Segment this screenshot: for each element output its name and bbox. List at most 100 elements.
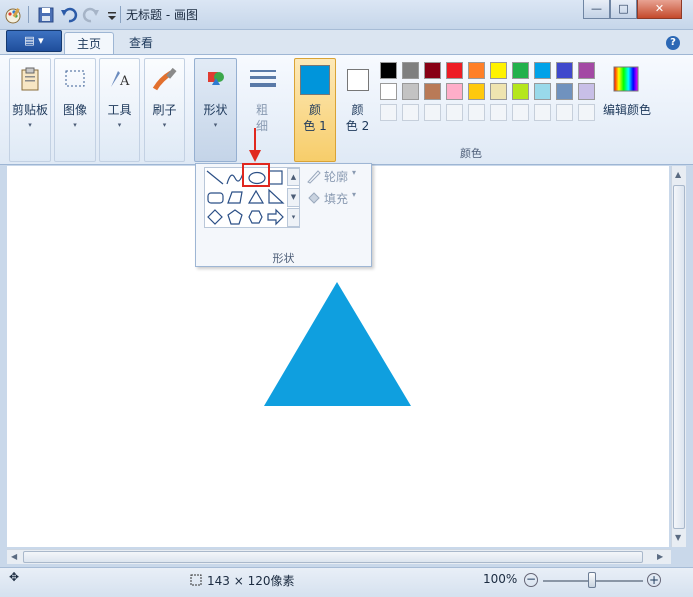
highlight-annotation-box [242,163,270,187]
shapes-button[interactable]: 形状 ▾ [194,58,237,162]
palette-custom-slot[interactable] [424,104,441,121]
palette-color-swatch[interactable] [490,62,507,79]
select-icon [65,70,85,87]
palette-custom-slot[interactable] [512,104,529,121]
palette-color-swatch[interactable] [424,62,441,79]
right-arrow-icon[interactable] [267,208,284,226]
title-separator [28,6,29,23]
palette-custom-slot[interactable] [490,104,507,121]
palette-custom-slot[interactable] [402,104,419,121]
palette-color-swatch[interactable] [380,83,397,100]
gallery-scroll-up-icon[interactable]: ▲ [287,168,300,186]
chevron-down-icon: ▾ [117,121,122,129]
outline-option[interactable]: 轮廓 [324,168,348,185]
shapes-icon [207,72,224,85]
rectangle-icon[interactable] [268,170,283,185]
palette-custom-slot[interactable] [446,104,463,121]
palette-color-swatch[interactable] [578,83,595,100]
color2-swatch [347,69,369,91]
blue-triangle-shape[interactable] [264,282,411,406]
tab-view[interactable]: 查看 [117,32,165,55]
gallery-expand-icon[interactable]: ▾ [287,208,300,227]
horizontal-scrollbar[interactable]: ◀ ▶ [7,549,671,564]
selection-size-icon [190,574,202,586]
color1-label: 颜 [308,103,321,117]
hexagon-icon[interactable] [248,210,263,224]
palette-custom-slot[interactable] [468,104,485,121]
scroll-down-icon[interactable]: ▼ [675,533,681,542]
app-menu-button[interactable]: ▤ ▾ [6,30,62,52]
edit-colors-label: 编辑颜色 [602,103,651,117]
palette-color-swatch[interactable] [512,83,529,100]
vertical-scrollbar[interactable]: ▲ ▼ [671,166,686,547]
brushes-button[interactable]: 刷子 ▾ [144,58,185,162]
zoom-out-button[interactable]: − [524,573,538,587]
fill-option[interactable]: 填充 [324,190,348,207]
save-icon[interactable] [37,6,55,24]
close-button[interactable]: ✕ [637,0,682,19]
tools-icon: A [110,71,130,89]
minimize-button[interactable]: — [583,0,610,19]
customize-toolbar-icon[interactable] [103,6,121,24]
zoom-in-button[interactable]: + [647,573,661,587]
palette-custom-slot[interactable] [534,104,551,121]
shapes-label: 形状 [203,103,228,117]
pentagon-icon[interactable] [227,209,243,225]
palette-color-swatch[interactable] [468,83,485,100]
chevron-down-icon: ▾ [162,121,167,129]
horizontal-scroll-thumb[interactable] [23,551,643,563]
diamond-icon[interactable] [207,209,223,225]
edit-colors-button[interactable]: 编辑颜色 [602,58,651,162]
palette-color-swatch[interactable] [468,62,485,79]
palette-color-swatch[interactable] [380,62,397,79]
palette-custom-slot[interactable] [380,104,397,121]
palette-custom-slot[interactable] [556,104,573,121]
curve-icon[interactable] [226,172,244,185]
rounded-rectangle-icon[interactable] [207,192,224,204]
tab-home[interactable]: 主页 [64,32,115,55]
palette-color-swatch[interactable] [424,83,441,100]
image-button[interactable]: 图像 ▾ [54,58,96,162]
undo-icon[interactable] [60,6,78,24]
maximize-button[interactable]: □ [610,0,637,19]
paint-app-icon[interactable] [4,6,22,24]
shapes-group-caption: 形状 [272,252,295,265]
line-icon[interactable] [206,170,224,185]
chevron-down-icon: ▾ [352,190,357,199]
triangle-icon[interactable] [247,189,265,204]
vertical-scroll-thumb[interactable] [673,185,685,529]
palette-color-swatch[interactable] [446,83,463,100]
colors-group-caption: 颜色 [460,147,482,160]
color2-button[interactable]: 颜 色 2 [339,58,376,162]
palette-color-swatch[interactable] [534,62,551,79]
size-label: 粗 [255,103,268,117]
palette-color-swatch[interactable] [402,62,419,79]
clipboard-label: 剪贴板 [11,103,48,117]
window-title: 无标题 - 画图 [126,8,198,22]
tools-button[interactable]: A 工具 ▾ [99,58,140,162]
right-triangle-icon[interactable] [268,188,285,204]
palette-color-swatch[interactable] [490,83,507,100]
palette-color-swatch[interactable] [534,83,551,100]
color1-label-line2: 色 1 [303,119,327,133]
palette-color-swatch[interactable] [556,83,573,100]
svg-text:A: A [119,74,130,89]
polygon-icon[interactable] [227,191,243,204]
palette-color-swatch[interactable] [578,62,595,79]
scroll-right-icon[interactable]: ▶ [657,552,663,561]
redo-icon[interactable] [82,6,100,24]
brush-icon [152,67,177,91]
palette-custom-slot[interactable] [578,104,595,121]
scroll-left-icon[interactable]: ◀ [11,552,17,561]
gallery-scroll-down-icon[interactable]: ▼ [287,188,300,207]
palette-color-swatch[interactable] [556,62,573,79]
palette-color-swatch[interactable] [512,62,529,79]
color1-button[interactable]: 颜 色 1 [294,58,336,162]
scroll-up-icon[interactable]: ▲ [675,170,681,179]
zoom-slider-thumb[interactable] [588,572,596,588]
help-icon[interactable]: ? [666,36,680,50]
clipboard-button[interactable]: 剪贴板 ▾ [9,58,51,162]
palette-color-swatch[interactable] [402,83,419,100]
selection-size-readout: 143 × 120像素 [207,574,295,588]
palette-color-swatch[interactable] [446,62,463,79]
